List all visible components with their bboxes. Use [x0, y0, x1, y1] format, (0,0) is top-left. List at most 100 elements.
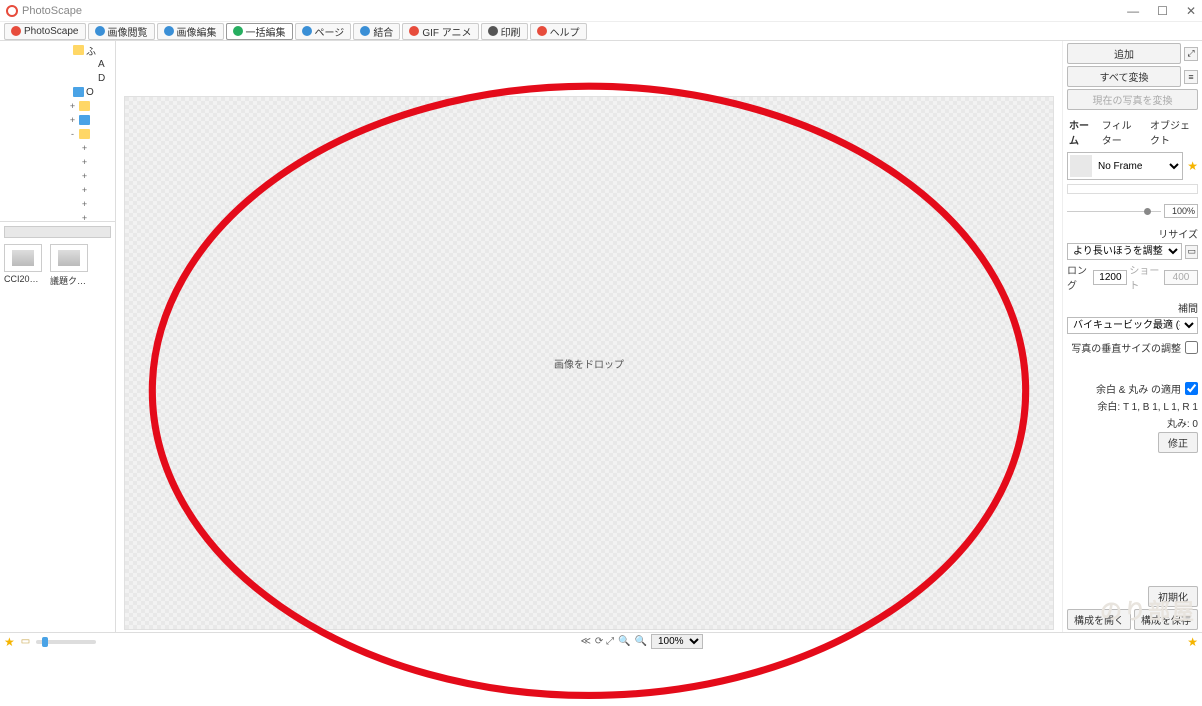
tree-row[interactable]: + — [2, 141, 113, 155]
opacity-slider[interactable] — [1067, 211, 1161, 212]
folder-tree[interactable]: ふADO++-++++++ — [0, 41, 115, 221]
maximize-button[interactable]: ☐ — [1157, 4, 1168, 18]
toolbar-icon — [11, 26, 21, 36]
thumbnail-image — [50, 244, 88, 272]
toolbar-item-4[interactable]: ページ — [295, 23, 352, 40]
status-star-icon[interactable]: ★ — [4, 635, 15, 649]
status-bar: ★ ▭ ≪ ⟳ ⤢ 🔍 🔍 100% ★ — [0, 632, 1202, 650]
thumbnail[interactable]: CCI20… — [4, 244, 42, 287]
tree-expander-icon[interactable]: + — [80, 143, 89, 153]
toolbar-item-3[interactable]: 一括編集 — [226, 23, 293, 40]
frame-dropdown[interactable]: No Frame — [1094, 160, 1182, 173]
toolbar-icon — [95, 26, 105, 36]
zoom-out-icon[interactable]: 🔍 — [618, 636, 630, 647]
status-folder-icon[interactable]: ▭ — [21, 636, 30, 647]
tree-expander-icon[interactable]: + — [80, 185, 89, 195]
tree-label: ふ — [86, 43, 96, 58]
center-panel: 画像をドロップ — [116, 41, 1062, 632]
main-toolbar: PhotoScape画像閲覧 画像編集 一括編集ページ結合GIF アニメ 印刷ヘルプ — [0, 22, 1202, 41]
folder-icon — [73, 87, 84, 97]
thumbnail-panel: CCI20… 議題ク… — [0, 221, 115, 632]
prev-icon[interactable]: ≪ — [580, 636, 590, 647]
toolbar-item-5[interactable]: 結合 — [353, 23, 400, 40]
save-config-button[interactable]: 構成を保存 — [1134, 609, 1198, 630]
toolbar-label: 画像編集 — [177, 24, 217, 39]
frame-selector[interactable]: No Frame — [1067, 152, 1183, 180]
thumbnail-caption: CCI20… — [4, 274, 42, 284]
minimize-button[interactable]: — — [1127, 4, 1139, 18]
vertical-adjust-checkbox[interactable] — [1185, 341, 1198, 354]
tree-expander-icon[interactable]: + — [68, 101, 77, 111]
tab-home[interactable]: ホーム — [1067, 116, 1094, 148]
window-controls: — ☐ ✕ — [1127, 4, 1196, 18]
tree-row[interactable]: + — [2, 155, 113, 169]
toolbar-icon — [302, 26, 312, 36]
tree-row[interactable]: + — [2, 169, 113, 183]
tree-row[interactable]: O — [2, 85, 113, 99]
tree-expander-icon[interactable]: + — [80, 213, 89, 221]
toolbar-label: 印刷 — [501, 24, 521, 39]
favorite-star-icon[interactable]: ★ — [1187, 159, 1198, 173]
long-side-input[interactable] — [1093, 270, 1127, 285]
resize-section-label: リサイズ — [1067, 226, 1198, 241]
interpolation-select[interactable]: バイキュービック最適 (推 — [1067, 317, 1198, 334]
add-button[interactable]: 追加 — [1067, 43, 1181, 64]
tree-row[interactable]: D — [2, 71, 113, 85]
vertical-adjust-label: 写真の垂直サイズの調整 — [1071, 340, 1181, 355]
tree-label: O — [86, 87, 94, 98]
list-icon[interactable]: ≡ — [1184, 70, 1198, 84]
open-config-button[interactable]: 構成を開く — [1067, 609, 1131, 630]
toolbar-item-6[interactable]: GIF アニメ — [402, 23, 478, 40]
margin-apply-checkbox[interactable] — [1185, 382, 1198, 395]
toolbar-item-8[interactable]: ヘルプ — [530, 23, 587, 40]
thumb-size-slider[interactable] — [36, 640, 96, 644]
tree-expander-icon[interactable]: + — [80, 199, 89, 209]
tab-filter[interactable]: フィルター — [1100, 116, 1142, 148]
tab-object[interactable]: オブジェクト — [1148, 116, 1198, 148]
toolbar-item-2[interactable]: 画像編集 — [157, 23, 224, 40]
folder-icon — [91, 157, 102, 167]
expand-icon[interactable]: ⤢ — [1184, 47, 1198, 61]
toolbar-item-7[interactable]: 印刷 — [481, 23, 528, 40]
folder-icon — [85, 59, 96, 69]
thumbnail[interactable]: 議題ク… — [50, 244, 88, 287]
tree-expander-icon[interactable]: + — [68, 115, 77, 125]
tree-label: A — [98, 59, 105, 70]
toolbar-item-1[interactable]: 画像閲覧 — [88, 23, 155, 40]
long-side-label: ロング — [1067, 262, 1091, 292]
resize-mode-select[interactable]: より長いほうを調整 — [1067, 243, 1182, 260]
thumbnail-scrollbar[interactable] — [4, 226, 111, 238]
tree-row[interactable]: A — [2, 57, 113, 71]
folder-icon — [91, 185, 102, 195]
tree-row[interactable]: + — [2, 99, 113, 113]
folder-icon — [85, 73, 96, 83]
opacity-value[interactable]: 100% — [1164, 204, 1198, 218]
close-button[interactable]: ✕ — [1186, 4, 1196, 18]
margin-edit-button[interactable]: 修正 — [1158, 432, 1198, 453]
tree-row[interactable]: + — [2, 113, 113, 127]
app-logo-icon — [6, 5, 18, 17]
convert-current-button[interactable]: 現在の写真を変換 — [1067, 89, 1198, 110]
tree-label: D — [98, 73, 105, 84]
tree-row[interactable]: + — [2, 197, 113, 211]
convert-all-button[interactable]: すべて変換 — [1067, 66, 1181, 87]
tree-row[interactable]: ふ — [2, 43, 113, 57]
zoom-select[interactable]: 100% — [651, 634, 703, 649]
tree-expander-icon[interactable]: + — [80, 171, 89, 181]
tree-row[interactable]: - — [2, 127, 113, 141]
toolbar-label: 一括編集 — [246, 24, 286, 39]
toolbar-icon — [360, 26, 370, 36]
zoom-in-icon[interactable]: 🔍 — [635, 636, 647, 647]
status-star-right-icon[interactable]: ★ — [1187, 635, 1198, 649]
toolbar-item-0[interactable]: PhotoScape — [4, 23, 86, 40]
tree-expander-icon[interactable]: + — [80, 157, 89, 167]
round-value: 丸み: 0 — [1067, 415, 1198, 430]
resize-options-icon[interactable]: ▭ — [1185, 245, 1198, 259]
toolbar-icon — [164, 26, 174, 36]
tree-row[interactable]: + — [2, 183, 113, 197]
init-button[interactable]: 初期化 — [1148, 586, 1198, 607]
drop-canvas[interactable]: 画像をドロップ — [124, 96, 1054, 630]
tree-expander-icon[interactable]: - — [68, 129, 77, 139]
folder-icon — [91, 213, 102, 221]
tree-row[interactable]: + — [2, 211, 113, 221]
